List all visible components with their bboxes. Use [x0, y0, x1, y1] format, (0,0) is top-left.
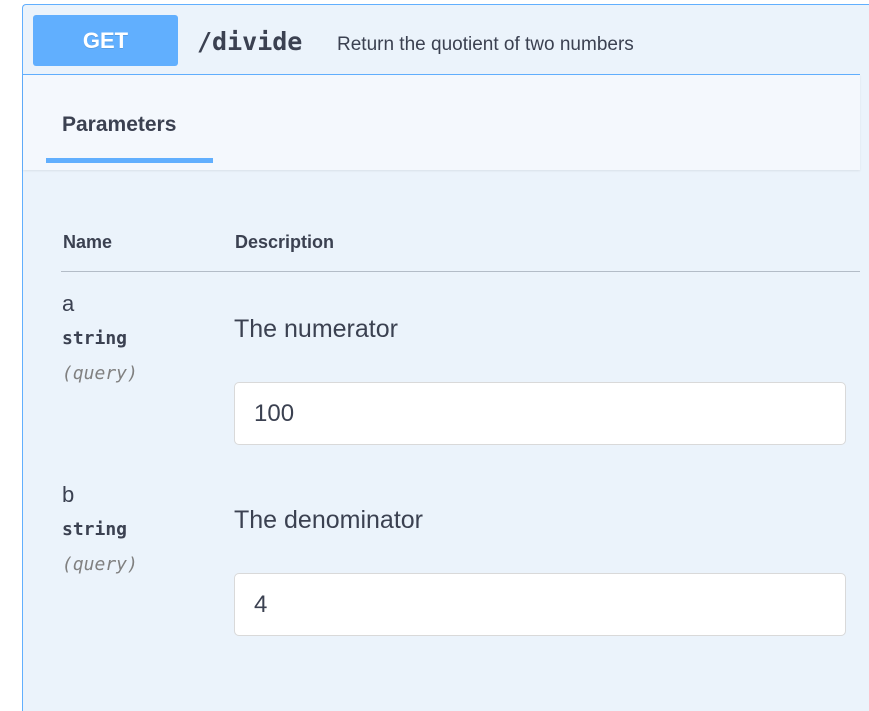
parameter-row-b: b string (query) The denominator: [23, 482, 860, 672]
tab-parameters[interactable]: Parameters: [46, 75, 213, 170]
parameter-description: The numerator: [234, 315, 398, 343]
parameter-location: (query): [62, 554, 138, 575]
tab-parameters-label: Parameters: [62, 113, 177, 136]
parameter-row-a: a string (query) The numerator: [23, 291, 860, 481]
parameter-b-input[interactable]: [234, 573, 846, 636]
parameters-section-header: Parameters: [23, 75, 860, 170]
parameter-location: (query): [62, 363, 138, 384]
operation-summary-description[interactable]: Return the quotient of two numbers: [337, 34, 634, 56]
parameter-type: string: [62, 328, 128, 349]
column-header-description: Description: [235, 232, 335, 252]
parameter-description: The denominator: [234, 506, 424, 534]
active-tab-underline: [46, 158, 213, 163]
parameters-table-header: Name Description: [23, 170, 860, 274]
get-divide-operation-block: GET /divide Return the quotient of two n…: [22, 4, 869, 711]
parameter-name: b: [62, 482, 75, 507]
column-header-name: Name: [63, 232, 113, 252]
operation-path[interactable]: /divide: [197, 27, 302, 56]
table-header-divider: [61, 271, 860, 272]
parameter-a-input[interactable]: [234, 382, 846, 445]
operation-summary[interactable]: GET /divide Return the quotient of two n…: [23, 5, 860, 75]
parameter-type: string: [62, 519, 128, 540]
http-method-badge[interactable]: GET: [33, 15, 178, 66]
parameter-name: a: [62, 291, 75, 316]
